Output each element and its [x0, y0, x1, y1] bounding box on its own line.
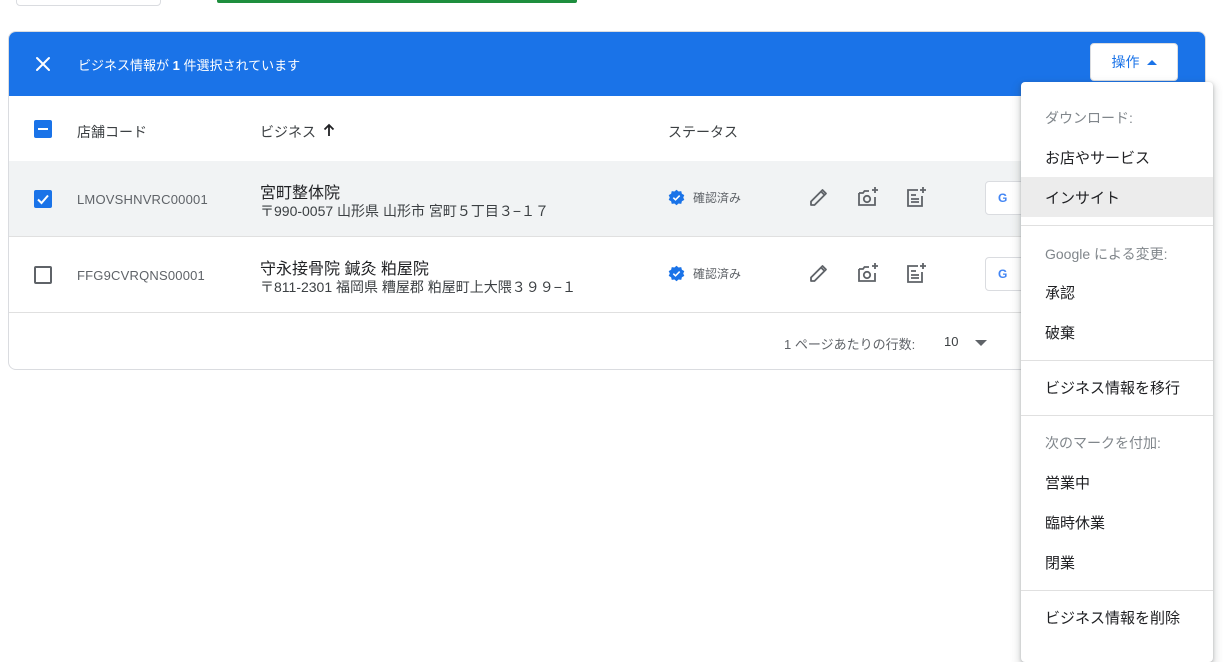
menu-item-approve[interactable]: 承認 — [1021, 272, 1213, 312]
row-checkbox[interactable] — [34, 190, 52, 208]
chevron-down-icon[interactable] — [975, 340, 987, 346]
rows-per-page-select[interactable]: 10 — [944, 334, 958, 349]
menu-header-google-changes: Google による変更: — [1045, 246, 1168, 262]
actions-button[interactable]: 操作 — [1090, 43, 1178, 81]
status-label: 確認済み — [693, 267, 742, 281]
column-business[interactable]: ビジネス — [260, 122, 316, 142]
rows-per-page-label: 1 ページあたりの行数: — [784, 337, 916, 352]
add-post-icon[interactable] — [904, 261, 928, 285]
top-green-button[interactable] — [217, 0, 577, 3]
add-photo-icon[interactable] — [856, 261, 880, 285]
menu-item-transfer[interactable]: ビジネス情報を移行 — [1021, 367, 1213, 407]
menu-item-mark-open[interactable]: 営業中 — [1021, 462, 1213, 502]
business-name[interactable]: 守永接骨院 鍼灸 粕屋院 — [260, 255, 429, 279]
menu-header-download: ダウンロード: — [1045, 110, 1133, 126]
menu-item-mark-permanently-closed[interactable]: 閉業 — [1021, 542, 1213, 582]
menu-divider — [1021, 590, 1213, 591]
sort-ascending-icon[interactable] — [323, 123, 335, 137]
menu-item-delete[interactable]: ビジネス情報を削除 — [1021, 597, 1213, 637]
menu-divider — [1021, 225, 1213, 226]
select-all-checkbox[interactable] — [34, 120, 52, 138]
column-status[interactable]: ステータス — [668, 122, 738, 142]
google-g-icon: G — [998, 191, 1008, 205]
edit-icon[interactable] — [807, 261, 831, 285]
business-name[interactable]: 宮町整体院 — [260, 179, 340, 203]
caret-up-icon — [1146, 59, 1157, 65]
edit-icon[interactable] — [807, 185, 831, 209]
column-store-code[interactable]: 店舗コード — [77, 122, 147, 142]
business-address: 〒990-0057 山形県 山形市 宮町５丁目３−１７ — [260, 203, 550, 219]
actions-button-label: 操作 — [1111, 54, 1140, 70]
status-badge: 確認済み — [668, 189, 741, 206]
business-address: 〒811-2301 福岡県 糟屋郡 粕屋町上大隈３９９−１ — [260, 279, 576, 295]
status-badge: 確認済み — [668, 265, 741, 282]
add-photo-icon[interactable] — [856, 185, 880, 209]
google-g-icon: G — [998, 267, 1008, 281]
row-checkbox[interactable] — [34, 266, 52, 284]
menu-header-mark: 次のマークを付加: — [1045, 435, 1161, 451]
top-filter-field[interactable] — [16, 0, 161, 6]
store-code: LMOVSHNVRC00001 — [77, 192, 208, 207]
actions-menu: ダウンロード: お店やサービス インサイト Google による変更: 承認 破… — [1021, 82, 1213, 662]
menu-item-download-services[interactable]: お店やサービス — [1021, 137, 1213, 177]
store-code: FFG9CVRQNS00001 — [77, 268, 205, 283]
menu-item-download-insights[interactable]: インサイト — [1021, 177, 1213, 217]
verified-icon — [668, 265, 685, 282]
menu-divider — [1021, 415, 1213, 416]
menu-item-discard[interactable]: 破棄 — [1021, 312, 1213, 352]
verified-icon — [668, 189, 685, 206]
add-post-icon[interactable] — [904, 185, 928, 209]
selection-count-text: ビジネス情報が 1 件選択されています — [78, 58, 301, 73]
close-icon[interactable] — [31, 52, 55, 76]
menu-divider — [1021, 360, 1213, 361]
status-label: 確認済み — [693, 191, 742, 205]
menu-item-mark-temporarily-closed[interactable]: 臨時休業 — [1021, 502, 1213, 542]
